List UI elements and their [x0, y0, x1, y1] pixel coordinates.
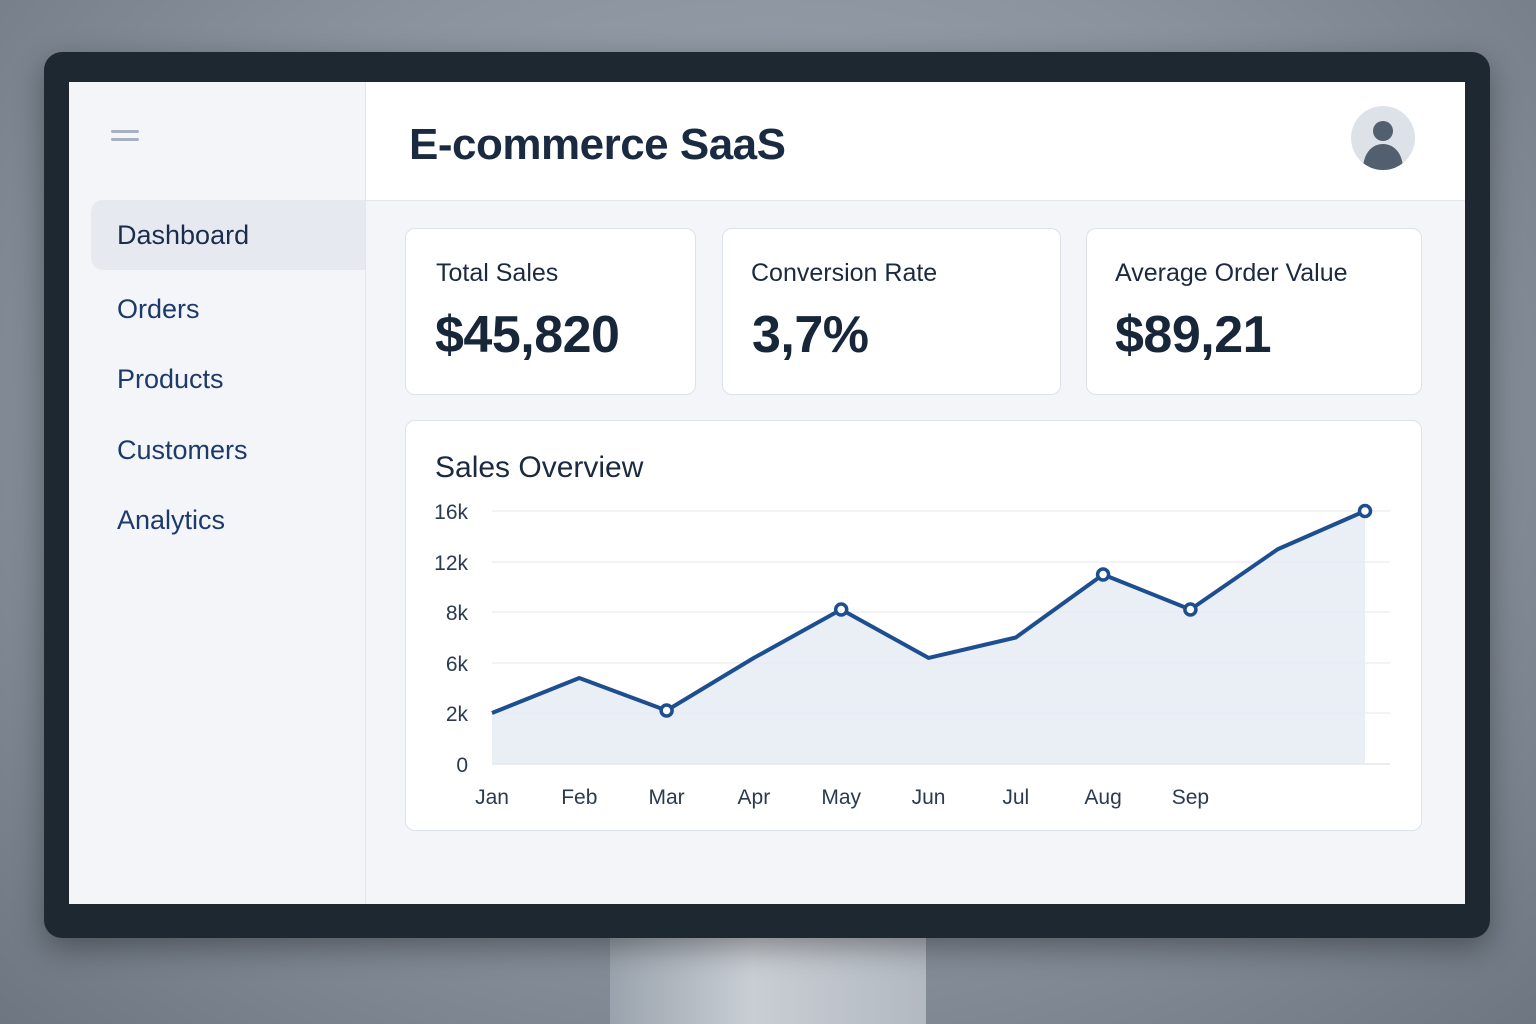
app-window: Dashboard Orders Products Customers Anal…: [69, 82, 1465, 904]
x-tick-label: Jan: [475, 786, 509, 809]
data-point[interactable]: [1183, 602, 1198, 617]
x-tick-label: May: [821, 786, 861, 809]
y-tick-label: 0: [456, 754, 468, 777]
user-avatar-icon[interactable]: [1351, 106, 1415, 170]
kpi-label: Average Order Value: [1115, 259, 1348, 287]
sales-overview-card: Sales Overview 0 2k 6k 8k 12k 16k Jan Feb Mar Apr…: [405, 420, 1422, 831]
monitor-stand: [610, 930, 926, 1024]
sidebar-item-label: Dashboard: [117, 219, 250, 250]
y-tick-label: 2k: [446, 703, 469, 726]
data-point[interactable]: [1357, 503, 1373, 519]
kpi-card-conversion-rate: Conversion Rate 3,7%: [722, 228, 1061, 395]
sidebar-item-label: Products: [117, 363, 224, 394]
data-point[interactable]: [659, 703, 674, 718]
kpi-card-total-sales: Total Sales $45,820: [405, 228, 696, 395]
hamburger-menu-icon[interactable]: [111, 130, 139, 154]
x-tick-label: Apr: [738, 786, 771, 809]
kpi-value: $45,820: [435, 306, 620, 364]
y-tick-label: 6k: [446, 653, 469, 676]
sidebar-item-customers[interactable]: Customers: [91, 415, 365, 485]
page-header: E-commerce SaaS: [366, 82, 1465, 201]
y-tick-label: 12k: [434, 552, 468, 575]
sales-area: [492, 511, 1365, 764]
x-tick-label: Aug: [1084, 786, 1121, 809]
x-tick-label: Sep: [1172, 786, 1209, 809]
kpi-card-average-order-value: Average Order Value $89,21: [1086, 228, 1422, 395]
sidebar-item-label: Analytics: [117, 504, 226, 535]
x-tick-label: Mar: [649, 786, 685, 809]
y-tick-label: 16k: [434, 501, 468, 524]
x-tick-label: Jun: [912, 786, 946, 809]
sidebar-item-orders[interactable]: Orders: [91, 274, 365, 344]
sidebar-item-products[interactable]: Products: [91, 344, 365, 414]
sidebar-item-dashboard[interactable]: Dashboard: [91, 200, 365, 270]
x-tick-label: Feb: [561, 786, 597, 809]
page-title: E-commerce SaaS: [409, 120, 786, 169]
kpi-label: Total Sales: [436, 259, 559, 287]
kpi-value: 3,7%: [752, 306, 869, 364]
data-point[interactable]: [1095, 567, 1111, 582]
sidebar-item-label: Orders: [117, 293, 200, 324]
kpi-label: Conversion Rate: [751, 259, 938, 287]
data-point[interactable]: [833, 602, 849, 617]
sidebar-item-analytics[interactable]: Analytics: [91, 485, 365, 555]
sales-line-chart: 0 2k 6k 8k 12k 16k Jan Feb Mar Apr May Jun Jul Aug Sep: [434, 501, 1390, 809]
sidebar-item-label: Customers: [117, 434, 248, 465]
kpi-value: $89,21: [1115, 306, 1272, 364]
x-tick-label: Jul: [1002, 786, 1029, 809]
y-tick-label: 8k: [446, 602, 469, 625]
sidebar: Dashboard Orders Products Customers Anal…: [69, 82, 366, 904]
